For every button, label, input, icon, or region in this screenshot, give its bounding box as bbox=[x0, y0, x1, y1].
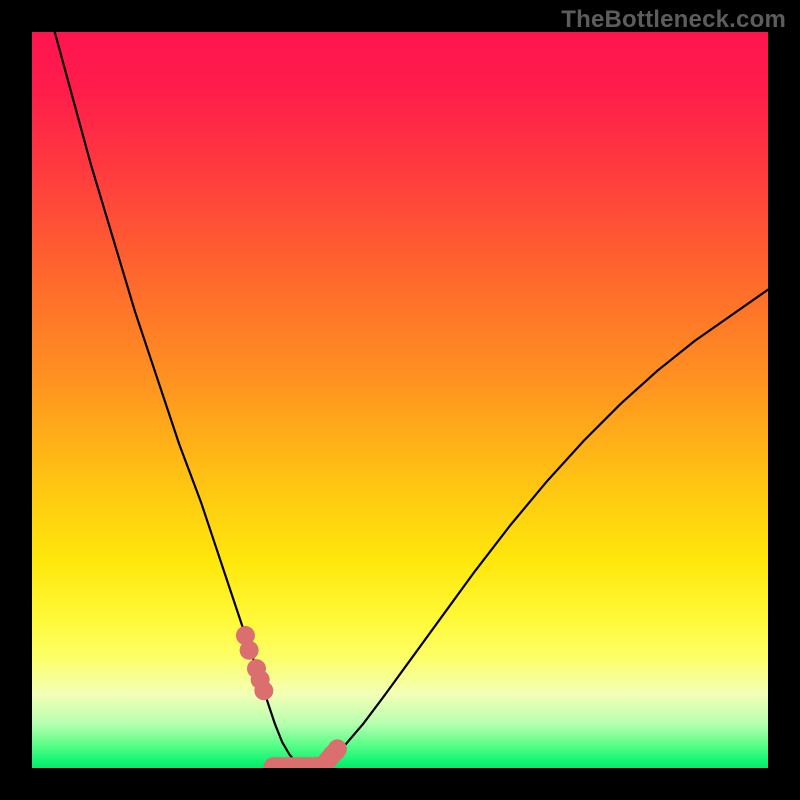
data-markers bbox=[236, 626, 347, 768]
data-marker bbox=[328, 739, 347, 758]
data-marker bbox=[254, 681, 273, 700]
watermark-text: TheBottleneck.com bbox=[561, 6, 786, 34]
chart-container: TheBottleneck.com bbox=[0, 0, 800, 800]
curve-svg bbox=[32, 32, 768, 768]
plot-area bbox=[32, 32, 768, 768]
bottleneck-curve bbox=[32, 32, 768, 768]
minimum-pill bbox=[263, 757, 321, 768]
data-marker bbox=[240, 641, 259, 660]
